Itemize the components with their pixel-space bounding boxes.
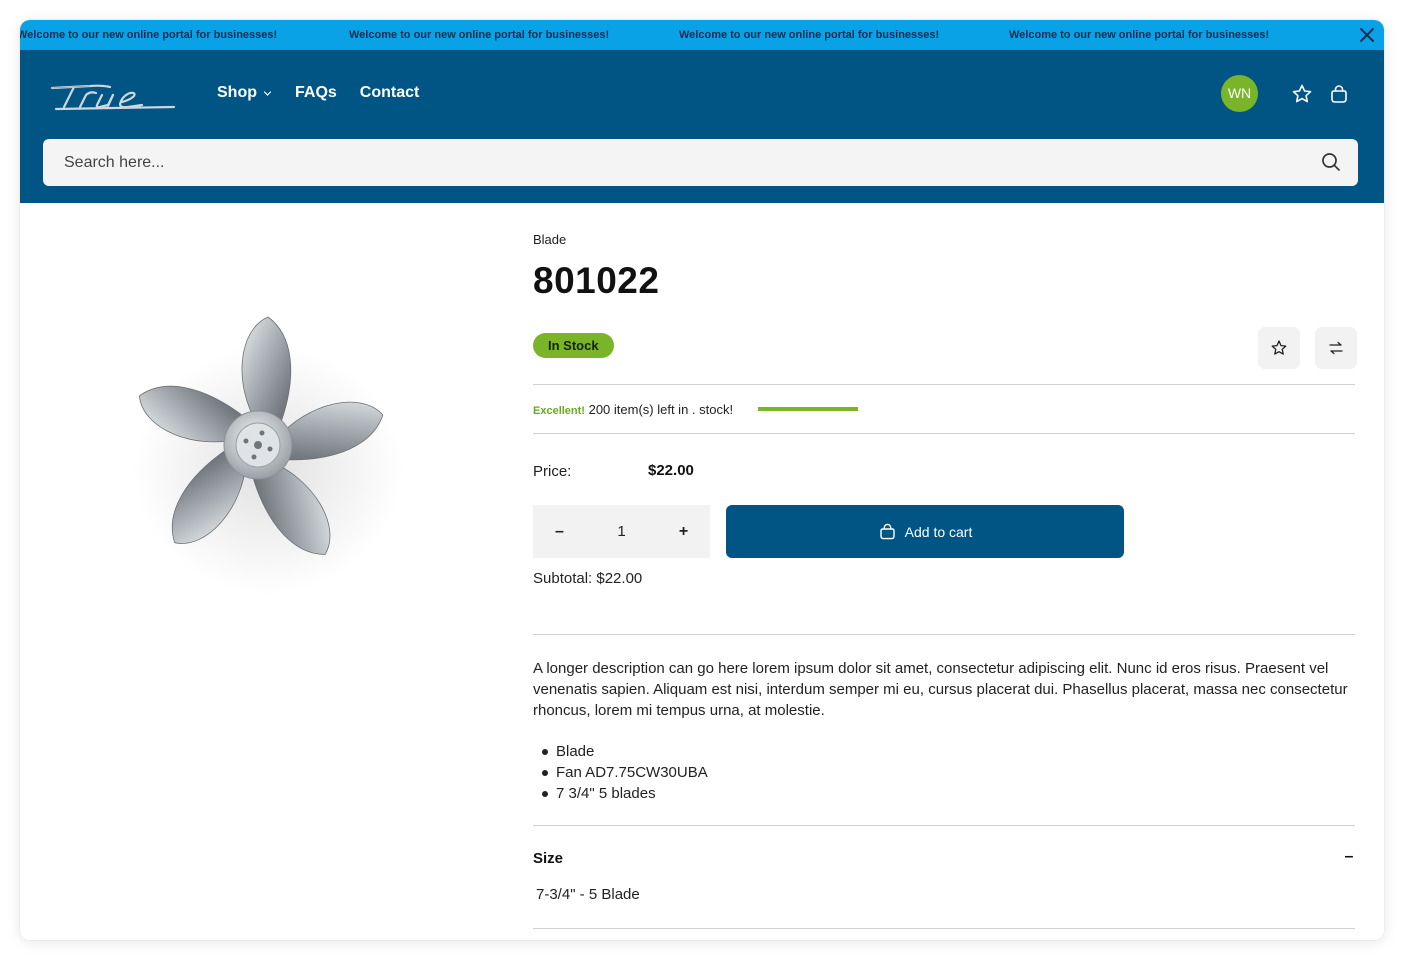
search-input[interactable] <box>43 139 1303 186</box>
nav-contact[interactable]: Contact <box>360 84 420 102</box>
main-nav: Shop FAQs Contact <box>217 84 442 102</box>
nav-faqs-label: FAQs <box>295 84 337 101</box>
quantity-stepper: – 1 + <box>533 505 710 558</box>
shopping-bag-icon[interactable] <box>1328 83 1350 105</box>
announcement-message: Welcome to our new online portal for bus… <box>679 29 940 41</box>
price-value: $22.00 <box>648 462 694 479</box>
size-collapse-toggle[interactable]: – <box>1340 848 1358 866</box>
quantity-increase-button[interactable]: + <box>657 505 710 558</box>
nav-shop-label: Shop <box>217 84 257 101</box>
announcement-bar: Welcome to our new online portal for bus… <box>20 20 1384 50</box>
search-icon[interactable] <box>1321 152 1341 172</box>
nav-shop[interactable]: Shop <box>217 84 272 102</box>
size-section-title[interactable]: Size <box>533 850 563 867</box>
divider <box>533 433 1355 434</box>
stock-level-fill <box>758 407 858 411</box>
add-to-cart-label: Add to cart <box>904 523 973 540</box>
product-image <box>133 316 403 595</box>
divider <box>533 928 1355 929</box>
site-header: Shop FAQs Contact WN <box>20 50 1384 203</box>
stock-highlight: Excellent! <box>533 405 585 417</box>
close-icon[interactable] <box>1358 26 1376 44</box>
announcement-message: Welcome to our new online portal for bus… <box>1009 29 1270 41</box>
add-to-cart-button[interactable]: Add to cart <box>726 505 1124 558</box>
subtotal: Subtotal: $22.00 <box>533 570 643 587</box>
page-frame: Welcome to our new online portal for bus… <box>20 20 1384 940</box>
quantity-decrease-button[interactable]: – <box>533 505 586 558</box>
chevron-down-icon <box>263 90 272 96</box>
divider <box>533 825 1355 826</box>
feature-item: 7 3/4" 5 blades <box>540 783 708 804</box>
feature-item: Blade <box>540 741 708 762</box>
divider <box>533 384 1355 385</box>
shopping-bag-icon <box>879 523 895 540</box>
stock-badge: In Stock <box>533 333 614 358</box>
product-features: Blade Fan AD7.75CW30UBA 7 3/4" 5 blades <box>540 741 708 804</box>
product-category: Blade <box>533 232 567 247</box>
product-title: 801022 <box>533 260 660 301</box>
add-to-wishlist-button[interactable] <box>1258 327 1300 369</box>
nav-faqs[interactable]: FAQs <box>295 84 337 102</box>
stock-message: Excellent! 200 item(s) left in . stock! <box>533 402 733 417</box>
divider <box>533 634 1355 635</box>
announcement-message: Welcome to our new online portal for bus… <box>20 29 278 41</box>
quantity-value[interactable]: 1 <box>586 505 657 558</box>
price-label: Price: <box>533 463 572 480</box>
true-logo[interactable] <box>50 78 182 112</box>
compare-button[interactable] <box>1315 327 1357 369</box>
size-value: 7-3/4" - 5 Blade <box>536 886 640 903</box>
product-description: A longer description can go here lorem i… <box>533 660 1348 719</box>
user-avatar[interactable]: WN <box>1221 75 1258 112</box>
announcement-message: Welcome to our new online portal for bus… <box>349 29 610 41</box>
star-icon[interactable] <box>1291 83 1313 105</box>
stock-level-bar <box>758 407 858 411</box>
feature-item: Fan AD7.75CW30UBA <box>540 762 708 783</box>
compare-arrows-icon <box>1329 341 1343 355</box>
search-bar <box>43 139 1358 186</box>
nav-contact-label: Contact <box>359 84 420 101</box>
star-icon <box>1271 340 1287 355</box>
stock-text: 200 item(s) left in . stock! <box>588 402 734 417</box>
